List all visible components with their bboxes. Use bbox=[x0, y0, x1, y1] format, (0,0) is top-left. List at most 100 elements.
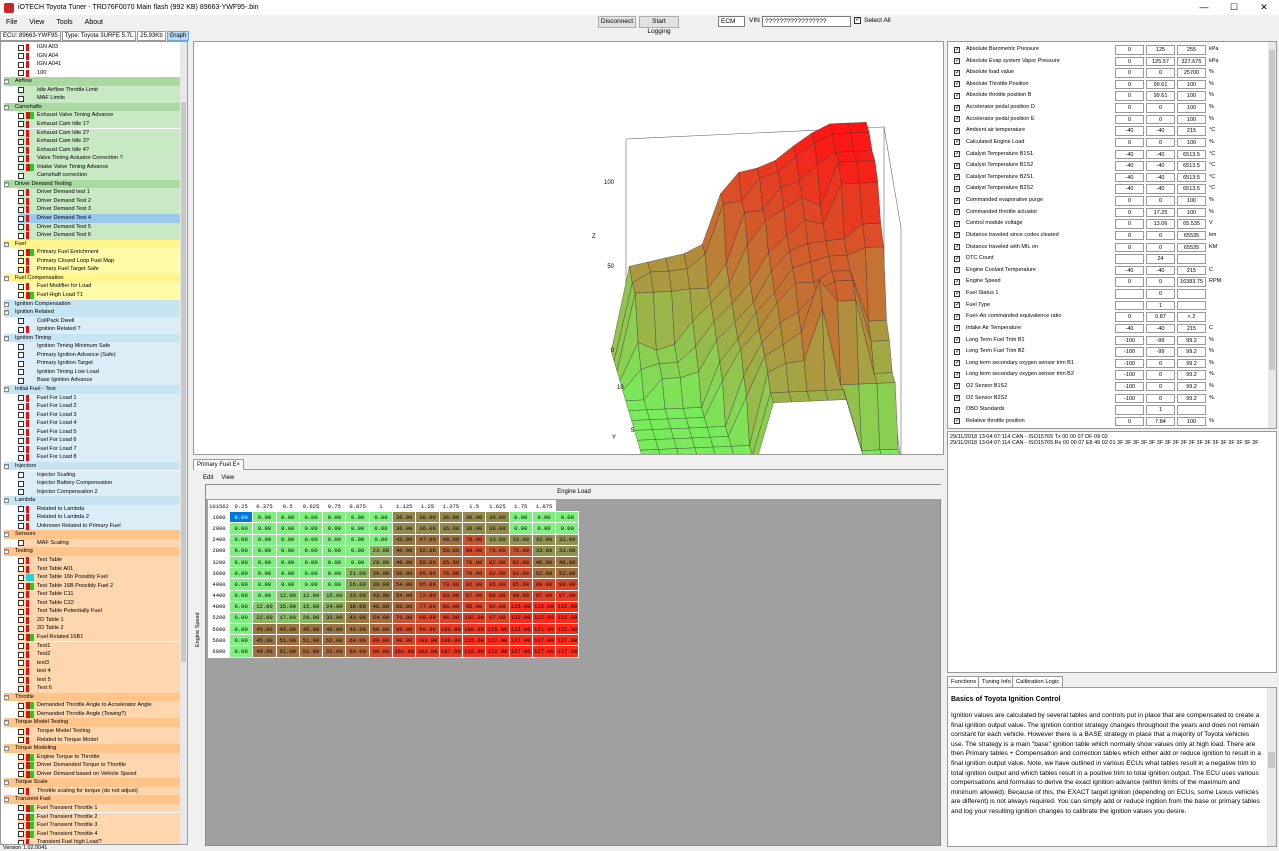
tree-item-ignition-timing-minimum-safe[interactable]: Ignition Timing Minimum Safe bbox=[18, 342, 181, 351]
pid-checkbox[interactable] bbox=[954, 242, 960, 253]
table-cell[interactable]: 55.00 bbox=[322, 645, 347, 658]
table-cell[interactable]: 89.00 bbox=[555, 578, 580, 591]
table-cell[interactable]: 60.00 bbox=[392, 600, 417, 613]
tree-item-related-to-lambda-2[interactable]: Related to Lambda 2 bbox=[18, 513, 181, 522]
table-cell[interactable]: 33.00 bbox=[322, 611, 347, 625]
table-cell[interactable]: 36.00 bbox=[438, 522, 463, 535]
table-cell[interactable]: 0.00 bbox=[275, 544, 300, 557]
table-cell[interactable]: 59.00 bbox=[438, 544, 463, 557]
tree-item-checkbox[interactable] bbox=[18, 343, 24, 350]
collapse-toggle-icon[interactable]: − bbox=[4, 797, 9, 803]
table-cell[interactable]: 0.00 bbox=[322, 578, 347, 591]
table-cell[interactable]: 0.00 bbox=[228, 555, 254, 569]
tree-item-primary-ignition-target[interactable]: Primary Ignition Target bbox=[18, 359, 181, 368]
table-cell[interactable]: 51.00 bbox=[298, 634, 324, 647]
table-cell[interactable]: 43.00 bbox=[368, 589, 394, 602]
table-cell[interactable]: 102.00 bbox=[461, 611, 487, 625]
table-cell[interactable]: 115.00 bbox=[555, 600, 580, 613]
tree-item-checkbox[interactable] bbox=[18, 454, 24, 461]
pid-checkbox[interactable] bbox=[954, 184, 960, 195]
table-cell[interactable]: 0.00 bbox=[368, 522, 394, 535]
table-menu-view[interactable]: View bbox=[221, 475, 234, 481]
table-cell[interactable]: 89.00 bbox=[368, 634, 394, 647]
tree-group-lambda[interactable]: − Lambda bbox=[4, 496, 181, 505]
tree-item-checkbox[interactable] bbox=[18, 702, 24, 709]
table-cell[interactable]: 103.00 bbox=[415, 634, 440, 647]
tree-item-driver-demand-test-5[interactable]: Driver Demand Test 5 bbox=[18, 222, 181, 232]
table-cell[interactable]: 45.00 bbox=[275, 623, 300, 636]
table-cell[interactable]: 82.00 bbox=[461, 578, 487, 591]
table-cell[interactable]: 78.00 bbox=[461, 533, 487, 546]
tree-item-checkbox[interactable] bbox=[18, 318, 24, 325]
table-cell[interactable]: 88.00 bbox=[485, 589, 510, 602]
table-cell[interactable]: 45.00 bbox=[298, 623, 324, 636]
tree-group-fuel-compensation[interactable]: − Fuel Compensation bbox=[4, 273, 181, 283]
tree-item-checkbox[interactable] bbox=[18, 206, 24, 213]
tree-item-checkbox[interactable] bbox=[18, 147, 24, 154]
table-cell[interactable]: 89.00 bbox=[531, 578, 557, 591]
tree-item-checkbox[interactable] bbox=[18, 711, 24, 718]
tree-group-initial-fuel-test[interactable]: − Initial Fuel - Test bbox=[4, 385, 181, 394]
table-cell[interactable]: 0.00 bbox=[228, 567, 254, 580]
tree-scrollbar[interactable] bbox=[180, 42, 187, 844]
tree-item-primary-closed-loop-fuel-map[interactable]: Primary Closed Loop Fuel Map bbox=[18, 256, 181, 266]
table-cell[interactable]: 95.00 bbox=[461, 600, 487, 613]
table-cell[interactable]: 122.00 bbox=[555, 611, 580, 625]
tree-item-checkbox[interactable] bbox=[18, 625, 24, 632]
tree-item-checkbox[interactable] bbox=[18, 352, 24, 359]
tree-item-checkbox[interactable] bbox=[18, 608, 24, 615]
pid-checkbox[interactable] bbox=[954, 405, 960, 416]
table-cell[interactable]: 36.00 bbox=[392, 522, 417, 535]
table-cell[interactable]: 54.00 bbox=[368, 611, 394, 625]
tree-item-test-table-16b-possibly-fuel[interactable]: Test Table 16b Possibly Fuel bbox=[18, 573, 181, 582]
table-cell[interactable]: 103.00 bbox=[415, 645, 440, 658]
table-cell[interactable]: 122.00 bbox=[485, 634, 510, 647]
tree-item-exhaust-cam-idle-1[interactable]: Exhaust Cam Idle 1? bbox=[18, 119, 181, 129]
tree-item-fuel-for-load-7[interactable]: Fuel For Load 7 bbox=[18, 444, 181, 454]
table-cell[interactable]: 51.00 bbox=[275, 634, 300, 647]
collapse-toggle-icon[interactable]: − bbox=[4, 532, 9, 538]
table-cell[interactable]: 92.00 bbox=[485, 600, 510, 613]
tree-item-valve-timing-actuator-correction[interactable]: Valve Timing Actuator Correction ? bbox=[18, 154, 181, 163]
table-cell[interactable]: 12.00 bbox=[275, 589, 300, 602]
table-cell[interactable]: 65.00 bbox=[415, 578, 440, 591]
tree-item-demanded-throttle-angle-to-accelerator-angle[interactable]: Demanded Throttle Angle to Accelerator A… bbox=[18, 701, 181, 710]
table-cell[interactable]: 15.00 bbox=[275, 600, 300, 613]
pid-checkbox[interactable] bbox=[954, 300, 960, 311]
pid-checkbox[interactable] bbox=[954, 289, 960, 300]
tree-group-transient-fuel[interactable]: − Transient Fuel bbox=[4, 795, 181, 804]
tree-item-ign-a04[interactable]: IGN A04 bbox=[18, 51, 181, 61]
pid-checkbox[interactable] bbox=[954, 207, 960, 218]
table-cell[interactable]: 15.00 bbox=[322, 589, 347, 602]
table-cell[interactable]: 0.00 bbox=[252, 544, 277, 557]
tree-item-checkbox[interactable] bbox=[18, 634, 24, 641]
pid-checkbox[interactable] bbox=[954, 219, 960, 230]
tree-item-checkbox[interactable] bbox=[18, 283, 24, 290]
tree-item-test-table-c22[interactable]: Test Table C22 bbox=[18, 598, 181, 608]
tree-group-camshafts[interactable]: − Camshafts bbox=[4, 102, 181, 112]
table-cell[interactable]: 0.00 bbox=[322, 522, 347, 535]
tree-item-fuel-for-load-1[interactable]: Fuel For Load 1 bbox=[18, 393, 181, 403]
tree-item-exhaust-cam-idle-2[interactable]: Exhaust Cam Idle 2? bbox=[18, 128, 181, 137]
table-cell[interactable]: 122.00 bbox=[508, 623, 533, 636]
tree-item-fuel-modifier-for-load[interactable]: Fuel Modifier for Load bbox=[18, 282, 181, 291]
table-cell[interactable]: 82.00 bbox=[485, 567, 510, 580]
pid-checkbox[interactable] bbox=[954, 45, 960, 56]
table-cell[interactable]: 0.00 bbox=[275, 533, 300, 546]
tree-item-checkbox[interactable] bbox=[18, 95, 24, 102]
table-cell[interactable]: 38.00 bbox=[345, 600, 370, 613]
table-cell[interactable]: 90.00 bbox=[415, 623, 440, 636]
tree-item-fuel-for-load-3[interactable]: Fuel For Load 3 bbox=[18, 410, 181, 420]
pid-checkbox[interactable] bbox=[954, 172, 960, 183]
tree-item-primary-ignition-advance-safe[interactable]: Primary Ignition Advance (Safe) bbox=[18, 350, 181, 360]
table-cell[interactable]: 36.00 bbox=[438, 511, 463, 524]
table-cell[interactable]: 0.00 bbox=[275, 522, 300, 535]
pid-checkbox[interactable] bbox=[954, 149, 960, 160]
table-cell[interactable]: 52.00 bbox=[555, 567, 580, 580]
tree-item-related-to-torque-model[interactable]: Related to Torque Model bbox=[18, 735, 181, 745]
tree-item-test2[interactable]: Test2 bbox=[18, 650, 181, 659]
pid-checkbox[interactable] bbox=[954, 79, 960, 90]
pid-checkbox[interactable] bbox=[954, 230, 960, 241]
tree-item-100[interactable]: 100 bbox=[18, 68, 181, 78]
tree-item-test-table-a01[interactable]: Test Table A01 bbox=[18, 564, 181, 574]
